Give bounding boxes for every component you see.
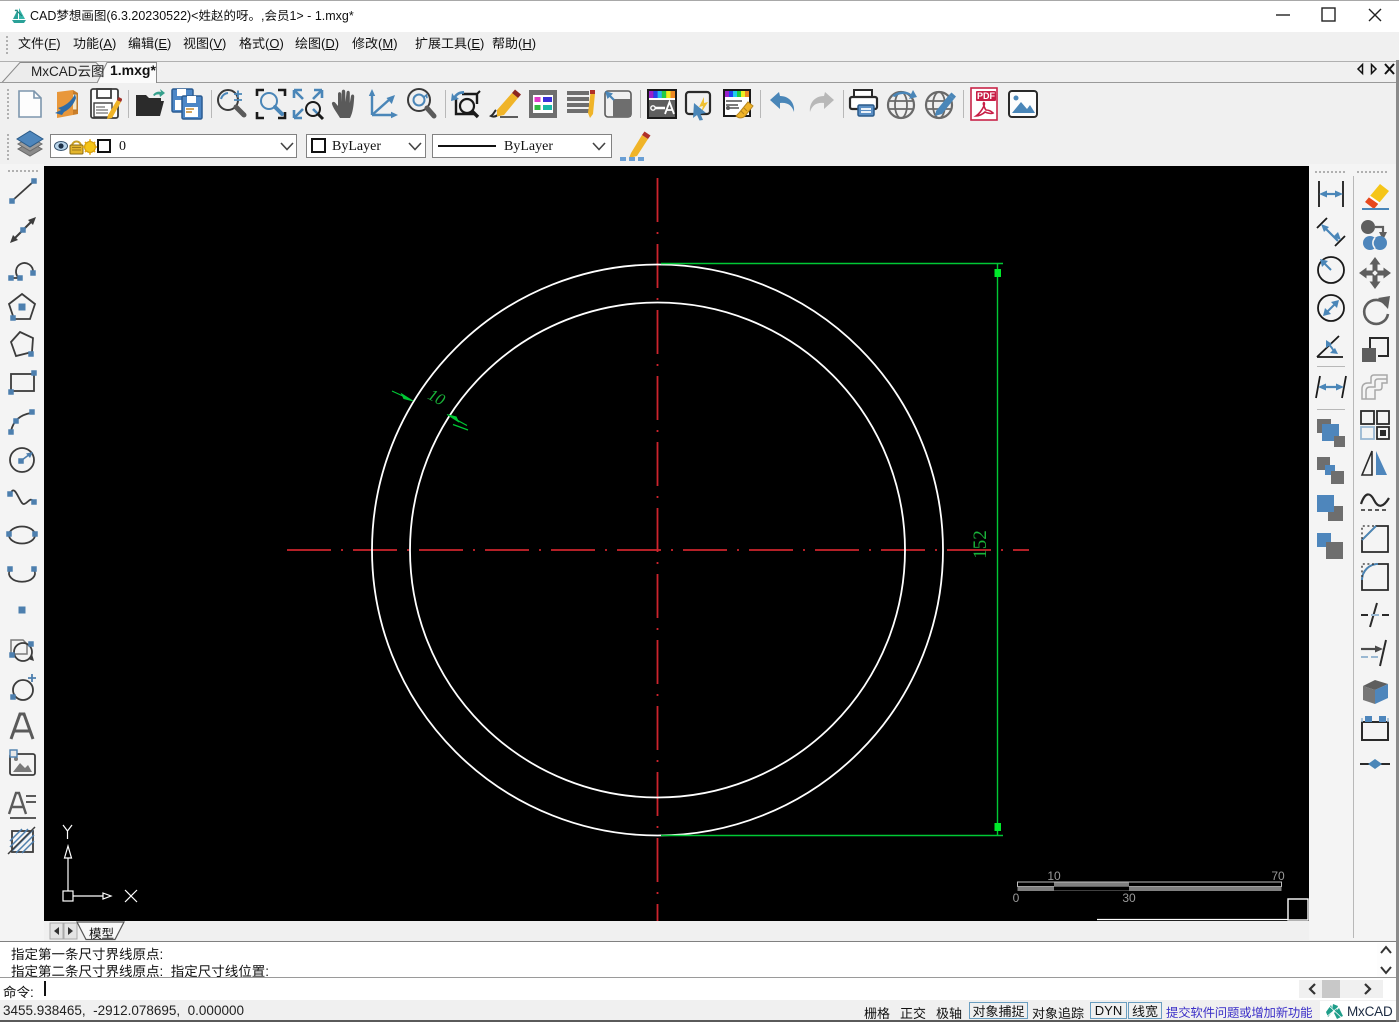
svg-text:PDF: PDF — [977, 91, 996, 101]
svg-text:0: 0 — [1013, 891, 1020, 905]
svg-text:70: 70 — [1271, 869, 1285, 883]
svg-text:30: 30 — [1122, 891, 1136, 905]
svg-text:10: 10 — [1047, 869, 1061, 883]
svg-text:152: 152 — [970, 530, 991, 559]
